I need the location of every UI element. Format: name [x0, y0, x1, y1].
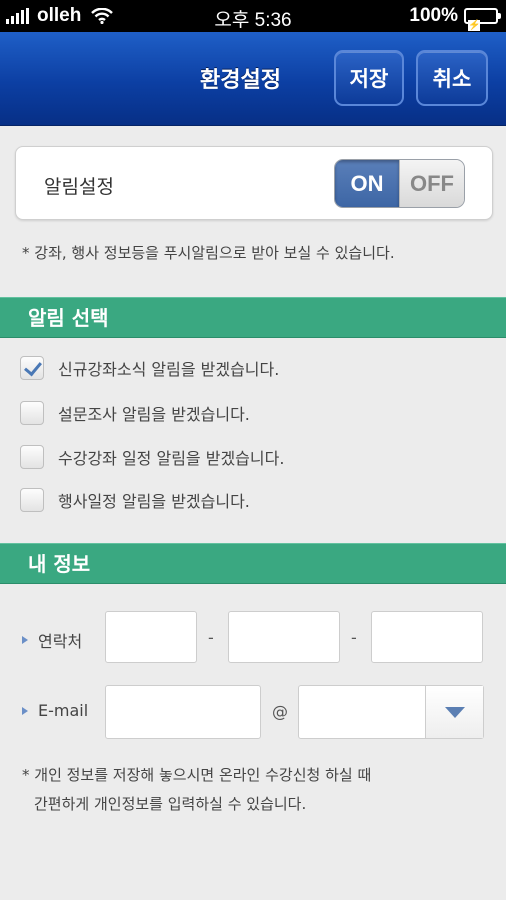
bullet-icon — [22, 636, 28, 644]
checkbox-checked-icon[interactable] — [20, 356, 44, 380]
checkbox-icon[interactable] — [20, 488, 44, 512]
contact-label-text: 연락처 — [38, 632, 83, 651]
contact-label: 연락처 — [22, 628, 82, 652]
toggle-off[interactable]: OFF — [399, 160, 464, 207]
email-label-text: E-mail — [38, 701, 89, 720]
bullet-icon — [22, 706, 28, 715]
checkbox-icon[interactable] — [20, 401, 44, 425]
email-domain-select[interactable] — [298, 685, 484, 739]
email-id-field[interactable] — [105, 685, 261, 739]
alarm-option-label: 설문조사 알림을 받겠습니다. — [58, 405, 250, 424]
status-bar: olleh 오후 5:36 100% ⚡ — [0, 0, 506, 32]
save-button[interactable]: 저장 — [334, 50, 404, 106]
alarm-option-label: 수강강좌 일정 알림을 받겠습니다. — [58, 449, 285, 468]
alarm-option-new-course[interactable]: 신규강좌소식 알림을 받겠습니다. — [20, 353, 279, 383]
phone-field-2[interactable] — [228, 611, 340, 663]
chevron-down-icon — [444, 706, 465, 718]
section-header-alarm-select: 알림 선택 — [0, 297, 506, 338]
dropdown-button[interactable] — [425, 686, 483, 738]
toggle-on[interactable]: ON — [335, 160, 399, 207]
email-at-sign: @ — [272, 702, 288, 721]
phone-field-1[interactable] — [105, 611, 197, 663]
alarm-setting-card: 알림설정 ON OFF — [15, 146, 493, 220]
nav-bar: 환경설정 저장 취소 — [0, 32, 506, 126]
alarm-note: * 강좌, 행사 정보등을 푸시알림으로 받아 보실 수 있습니다. — [22, 244, 395, 262]
phone-field-3[interactable] — [371, 611, 483, 663]
alarm-option-label: 행사일정 알림을 받겠습니다. — [58, 492, 250, 511]
battery-percent: 100% — [409, 5, 458, 26]
battery-icon: ⚡ — [464, 8, 501, 31]
section-header-my-info: 내 정보 — [0, 543, 506, 584]
email-label: E-mail — [22, 701, 88, 720]
alarm-option-course-schedule[interactable]: 수강강좌 일정 알림을 받겠습니다. — [20, 442, 284, 472]
phone-dash: - — [208, 628, 214, 647]
alarm-toggle[interactable]: ON OFF — [334, 159, 465, 208]
info-note-line2: 간편하게 개인정보를 입력하실 수 있습니다. — [34, 795, 307, 813]
phone-dash: - — [351, 628, 357, 647]
checkbox-icon[interactable] — [20, 445, 44, 469]
info-note-line1: * 개인 정보를 저장해 놓으시면 온라인 수강신청 하실 때 — [22, 766, 372, 784]
alarm-option-survey[interactable]: 설문조사 알림을 받겠습니다. — [20, 398, 250, 428]
battery-status: 100% ⚡ — [409, 5, 501, 31]
alarm-option-event-schedule[interactable]: 행사일정 알림을 받겠습니다. — [20, 485, 250, 515]
cancel-button[interactable]: 취소 — [416, 50, 488, 106]
alarm-setting-label: 알림설정 — [44, 176, 114, 198]
page-title: 환경설정 — [200, 68, 281, 93]
alarm-option-label: 신규강좌소식 알림을 받겠습니다. — [58, 360, 280, 379]
